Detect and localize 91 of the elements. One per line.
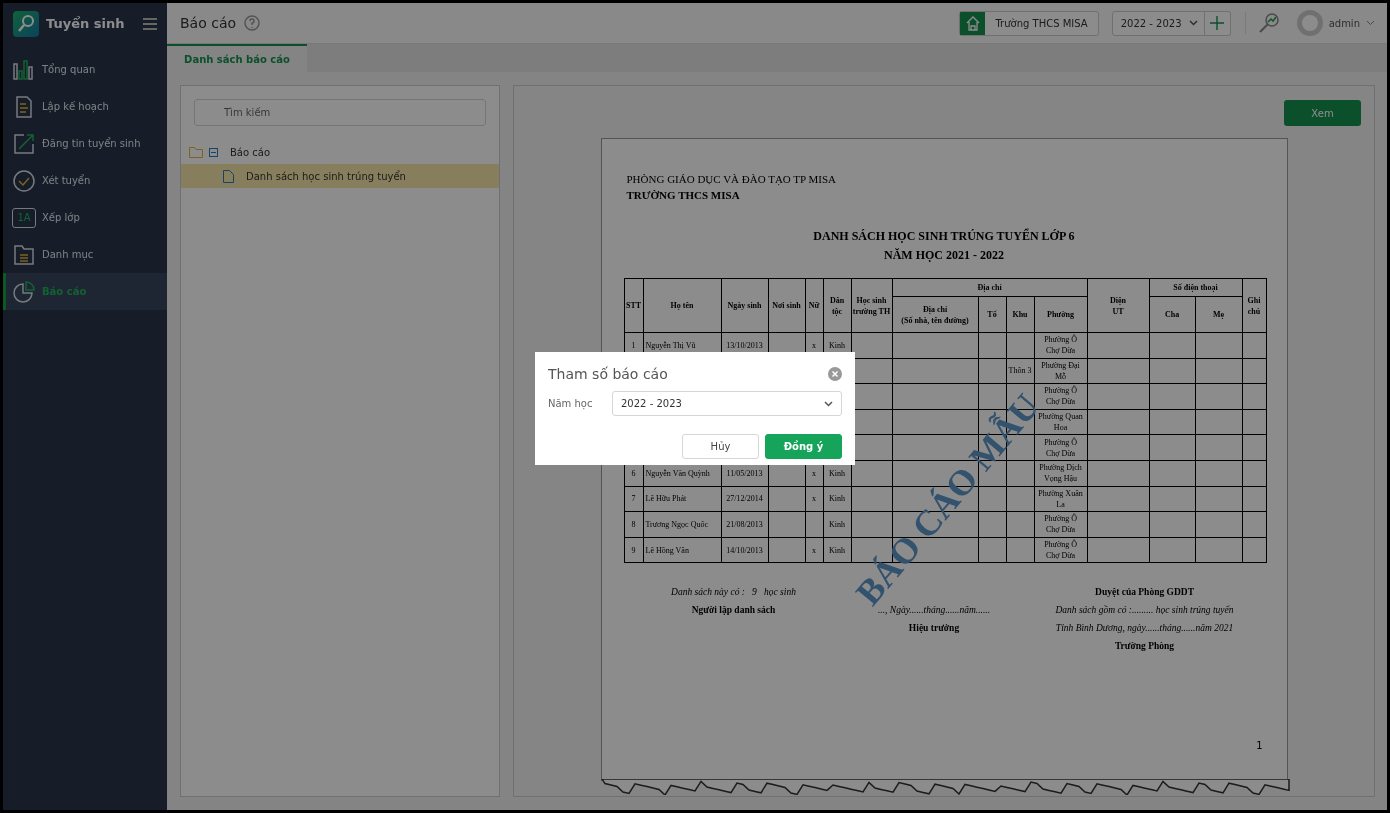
page-number: 1 [1256, 740, 1263, 751]
dialog-title: Tham số báo cáo [548, 366, 668, 382]
tab[interactable]: Danh sách báo cáo [167, 44, 307, 72]
nav-item[interactable]: Đăng tin tuyển sinh [3, 125, 167, 162]
column-header: Họ tên [643, 278, 721, 333]
plus-icon [1210, 16, 1225, 30]
page-title: Báo cáo [180, 15, 237, 31]
check-circle-icon [12, 168, 36, 193]
table-cell: Phường Đại Mỗ [1034, 358, 1088, 384]
app-name: Tuyển sinh [46, 16, 126, 31]
add-button[interactable] [1204, 10, 1231, 36]
nav-item[interactable]: Xét tuyển [3, 162, 167, 199]
column-header: Ngày sinh [721, 278, 768, 333]
search-field[interactable]: Tìm kiếm [194, 99, 486, 126]
signature-text: ..., Ngày......tháng......năm...... [877, 605, 991, 618]
nav-item[interactable]: Lập kế hoạch [3, 88, 167, 125]
agency-name: PHÒNG GIÁO DỤC VÀ ĐÀO TẠO TP MISA [625, 172, 838, 187]
column-header: Học sinh trường TH [851, 278, 892, 333]
folder-icon [12, 242, 36, 267]
column-header: Nơi sinh [768, 278, 805, 333]
column-header: Số điện thoại [1149, 278, 1243, 297]
signature-text: Tỉnh Bình Dương, ngày......tháng......năm 2021 [1055, 622, 1234, 636]
column-header: Địa chỉ (Số nhà, tên đường) [892, 296, 978, 333]
table-cell: Kinh [823, 537, 851, 563]
logo-icon [13, 10, 39, 37]
table-cell: Phường Ô Chợ Dừa [1034, 434, 1088, 461]
table-cell: Kinh [823, 511, 851, 538]
cancel-button[interactable]: Hủy [682, 434, 759, 459]
table-cell: 14/10/2013 [721, 537, 768, 563]
table-cell: Phường Xuân La [1034, 486, 1088, 512]
table-cell: Lê Hữu Phát [643, 486, 721, 512]
table-cell: 9 [624, 537, 643, 563]
signature-text: Trường Phòng [1114, 640, 1175, 654]
table-cell: x [805, 537, 823, 563]
house-icon [965, 15, 981, 31]
folder-icon [189, 146, 203, 158]
column-header: Nữ [805, 278, 823, 333]
collapse-icon [209, 147, 218, 157]
bar-chart-icon [12, 57, 36, 82]
file-icon [223, 169, 234, 183]
table-cell: Phường Dịch Vọng Hậu [1034, 460, 1088, 487]
nav-item[interactable]: Danh mục [3, 236, 167, 273]
nav-item[interactable]: Tổng quan [3, 51, 167, 88]
column-header: Tổ [978, 296, 1006, 333]
school-year-select[interactable]: 2022 - 2023 [612, 391, 842, 416]
table-cell: Lê Hồng Vân [643, 537, 721, 563]
edit-arrow-icon [12, 131, 36, 156]
view-button[interactable]: Xem [1284, 100, 1361, 126]
table-cell: Kinh [823, 486, 851, 512]
school-button[interactable]: Trường THCS MISA [959, 10, 1099, 36]
column-header: Địa chỉ [892, 278, 1088, 297]
menu-icon[interactable] [143, 17, 157, 30]
chevron-down-icon [1366, 20, 1375, 26]
table-cell: 21/08/2013 [721, 511, 768, 538]
nav-item[interactable]: 1A Xếp lớp [3, 199, 167, 236]
report-title: DANH SÁCH HỌC SINH TRÚNG TUYỂN LỚP 6 [812, 227, 1076, 245]
signature-text: Danh sách gồm có :......... học sinh trúng tuyển [1055, 604, 1234, 618]
class-icon: 1A [12, 207, 36, 228]
table-cell: Phường Ô Chợ Dừa [1034, 332, 1088, 359]
signature-text: Duyệt của Phòng GDDT [1095, 586, 1194, 600]
table-cell: x [805, 486, 823, 512]
table-cell: 27/12/2014 [721, 486, 768, 512]
column-header: STT [624, 278, 643, 333]
help-icon [244, 15, 261, 31]
table-cell: Phường Ô Chợ Dừa [1034, 537, 1088, 563]
user-menu[interactable]: admin [1296, 10, 1375, 36]
table-cell: 8 [624, 511, 643, 538]
chevron-down-icon [824, 400, 833, 407]
signature-text: Hiệu trưởng [908, 622, 960, 636]
column-header: Ghi chú [1242, 278, 1267, 333]
signature-text: Người lập danh sách [691, 604, 776, 618]
pie-chart-icon [12, 279, 36, 304]
table-cell: 7 [624, 486, 643, 512]
avatar-icon [1296, 10, 1323, 36]
tree-item[interactable]: Danh sách học sinh trúng tuyển [181, 164, 499, 188]
chevron-down-icon [1188, 20, 1198, 26]
table-cell: Trương Ngọc Quốc [643, 511, 721, 538]
confirm-button[interactable]: Đồng ý [765, 434, 842, 459]
year-select[interactable]: 2022 - 2023 [1111, 10, 1205, 36]
signature-text: Danh sách này có : 9 học sinh [671, 586, 796, 600]
table-cell: Phường Ô Chợ Dừa [1034, 511, 1088, 538]
close-icon[interactable] [828, 367, 842, 381]
column-header: Cha [1149, 296, 1196, 333]
tree-item[interactable]: Báo cáo [181, 140, 499, 164]
column-header: Dân tộc [823, 278, 851, 333]
field-label: Năm học [548, 398, 594, 409]
school-name: TRƯỜNG THCS MISA [625, 188, 741, 203]
column-header: Diện UT [1087, 278, 1150, 333]
report-subtitle: NĂM HỌC 2021 - 2022 [883, 247, 1005, 264]
table-cell: Thôn 3 [1006, 358, 1034, 384]
column-header: Khu [1006, 296, 1034, 333]
